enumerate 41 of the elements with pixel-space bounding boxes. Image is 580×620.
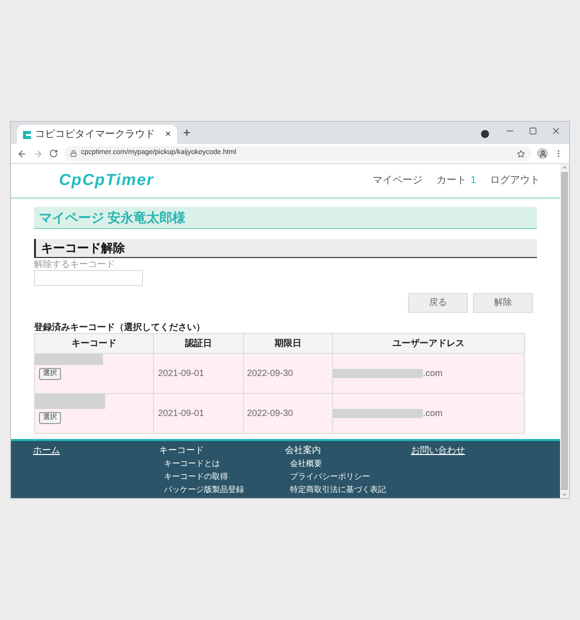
close-icon[interactable] (551, 126, 561, 136)
footer-link[interactable]: キーコードの取得 (164, 471, 285, 482)
footer-heading: 会社案内 (285, 444, 322, 456)
nav-link[interactable]: カート 1 (436, 173, 476, 188)
browser-tab[interactable]: コピコピタイマークラウド × (17, 125, 177, 144)
nav-link[interactable]: ログアウト (490, 173, 540, 188)
profile-icon[interactable] (537, 148, 548, 159)
new-tab-button[interactable]: + (183, 122, 191, 142)
table-cell: 2021-09-01 (154, 394, 244, 434)
lock-icon (70, 150, 77, 157)
footer-link[interactable]: 特定商取引法に基づく表記 (290, 484, 411, 495)
footer-link[interactable]: お問い合わせ (411, 444, 537, 456)
column-header: ユーザーアドレス (332, 334, 524, 354)
email-domain: .com (423, 406, 443, 420)
column-header: キーコード (34, 334, 154, 354)
action-button[interactable]: 解除 (473, 293, 533, 313)
footer-link[interactable]: キーコードとは (164, 458, 285, 469)
nav-link[interactable]: マイページ (372, 173, 422, 188)
footer-link[interactable]: 会社概要 (290, 458, 411, 469)
maximize-icon[interactable] (529, 127, 537, 135)
column-header: 期限日 (244, 334, 332, 354)
keycode-input[interactable] (34, 270, 143, 286)
footer-heading: キーコード (159, 444, 205, 456)
back-arrow-icon[interactable] (17, 148, 27, 158)
section-title: キーコード解除 (34, 239, 537, 258)
reload-icon[interactable] (49, 149, 58, 158)
site-logo-icon (23, 130, 31, 138)
bookmark-star-icon[interactable] (517, 150, 525, 158)
action-button[interactable]: 戻る (408, 293, 468, 313)
email-domain: .com (423, 366, 443, 380)
tab-close-button[interactable]: × (165, 127, 171, 142)
field-label: 解除するキーコード (34, 258, 116, 270)
page-title: マイページ 安永竜太郎様 (34, 207, 537, 229)
column-header: 認証日 (154, 334, 244, 354)
tab-title: コピコピタイマークラウド (35, 128, 156, 142)
footer-link[interactable]: プライバシーポリシー (290, 471, 411, 482)
footer-link[interactable]: ホーム (33, 444, 159, 456)
table-caption: 登録済みキーコード（選択してください） (34, 321, 206, 333)
footer-link[interactable]: パッケージ版製品登録 (164, 484, 285, 495)
table-cell: 2022-09-30 (244, 394, 332, 434)
scrollbar[interactable] (560, 164, 569, 498)
